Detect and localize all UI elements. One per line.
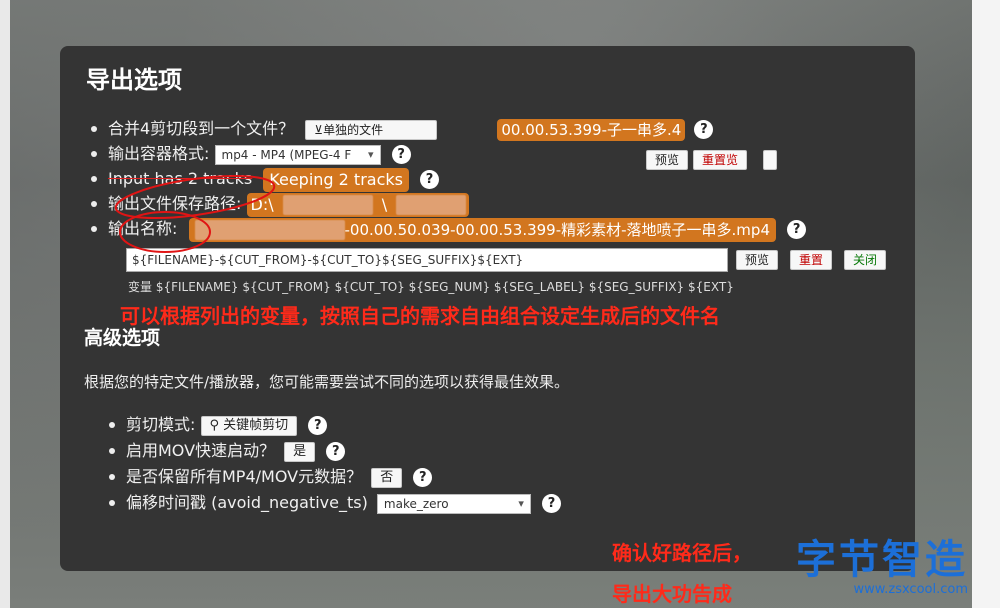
merge-label: 合并4剪切段到一个文件？ (108, 119, 295, 138)
filename-template-input[interactable]: ${FILENAME}-${CUT_FROM}-${CUT_TO}${SEG_S… (126, 248, 728, 272)
output-name-label: 输出名称: (108, 219, 178, 238)
mov-faststart-help-icon[interactable]: ? (326, 442, 346, 461)
merge-option: 合并4剪切段到一个文件？ ⊻单独的文件 00.00.53.399-子一串多.4 … (90, 116, 806, 141)
preserve-metadata-label: 是否保留所有MP4/MOV元数据？ (126, 467, 363, 486)
avoid-negative-ts-help-icon[interactable]: ? (542, 494, 562, 513)
redacted-filename (194, 220, 345, 240)
preserve-metadata-option: 是否保留所有MP4/MOV元数据？ 否 ? (108, 464, 561, 490)
save-path-option: 输出文件保存路径: D:\ \ (90, 191, 806, 217)
save-path-prefix: D:\ (250, 194, 274, 214)
merge-mode-button[interactable]: ⊻单独的文件 (305, 119, 438, 140)
export-done-annotation-caption: 导出大功告成 (612, 582, 732, 606)
advanced-options-list: 剪切模式: ⚲ 关键帧剪切 ? 启用MOV快速启动？ 是 ? 是否保留所有MP4… (108, 412, 562, 516)
save-path-field[interactable]: D:\ \ (246, 192, 469, 217)
cut-mode-label: 剪切模式: (126, 415, 196, 434)
redacted-path-tail (396, 195, 467, 215)
cut-mode-help-icon[interactable]: ? (308, 416, 328, 435)
preserve-metadata-help-icon[interactable]: ? (413, 468, 433, 487)
watermark-logo-text: 字节智造 (796, 537, 968, 583)
container-format-select[interactable]: mp4 - MP4 (MPEG-4 F (214, 144, 381, 165)
cut-mode-option: 剪切模式: ⚲ 关键帧剪切 ? (108, 412, 561, 438)
dialog-title: 导出选项 (86, 66, 182, 94)
save-path-separator: \ (381, 194, 388, 214)
tracks-label: Input has 2 tracks (108, 169, 253, 188)
advanced-options-description: 根据您的特定文件/播放器，您可能需要尝试不同的选项以获得最佳效果。 (84, 373, 570, 391)
variables-annotation-caption: 可以根据列出的变量，按照自己的需求自由组合设定生成后的文件名 (120, 304, 720, 328)
output-name-help-icon[interactable]: ? (787, 220, 807, 239)
container-help-icon[interactable]: ? (391, 145, 411, 164)
avoid-negative-ts-label: 偏移时间戳 (avoid_negative_ts) (126, 493, 368, 512)
watermark-url: www.zsxcool.com (853, 582, 968, 597)
template-reset-button[interactable]: 重置 (790, 250, 833, 270)
container-format-label: 输出容器格式: (108, 144, 210, 163)
cut-mode-button-label: 关键帧剪切 (223, 417, 289, 433)
mov-faststart-option: 启用MOV快速启动？ 是 ? (108, 438, 561, 464)
mov-faststart-button[interactable]: 是 (284, 441, 316, 462)
redacted-path (282, 195, 373, 215)
avoid-negative-ts-option: 偏移时间戳 (avoid_negative_ts) make_zero ? (108, 490, 562, 516)
save-path-label: 输出文件保存路径: (108, 194, 242, 213)
key-icon: ⚲ (209, 417, 224, 433)
reset-preview-button[interactable]: 重置览 (693, 150, 748, 170)
site-watermark: 字节智造 www.zsxcool.com (796, 538, 968, 597)
preview-button[interactable]: 预览 (646, 150, 689, 170)
output-name-option: 输出名称: -00.00.50.039-00.00.53.399-精彩素材-落地… (90, 216, 807, 242)
tracks-help-icon[interactable]: ? (420, 170, 440, 189)
template-variables-list: 变量 ${FILENAME} ${CUT_FROM} ${CUT_TO} ${S… (128, 280, 734, 294)
preserve-metadata-button[interactable]: 否 (371, 467, 403, 488)
extra-button[interactable] (763, 150, 777, 170)
confirm-path-annotation-caption: 确认好路径后， (612, 541, 752, 565)
window-edge (972, 0, 1000, 608)
template-preview-button[interactable]: 预览 (736, 250, 779, 270)
output-name-field[interactable]: -00.00.50.039-00.00.53.399-精彩素材-落地喷子一串多.… (188, 217, 776, 242)
export-options-list: 合并4剪切段到一个文件？ ⊻单独的文件 00.00.53.399-子一串多.4 … (90, 116, 807, 242)
template-close-button[interactable]: 关闭 (844, 250, 887, 270)
cut-mode-button[interactable]: ⚲ 关键帧剪切 (200, 415, 298, 436)
tracks-value-badge: Keeping 2 tracks (263, 167, 409, 192)
mov-faststart-label: 启用MOV快速启动？ (126, 441, 276, 460)
avoid-negative-ts-select[interactable]: make_zero (376, 493, 531, 514)
merge-help-icon[interactable]: ? (694, 120, 714, 139)
merged-filename-preview: 00.00.53.399-子一串多.4 (497, 118, 686, 141)
output-name-value: -00.00.50.039-00.00.53.399-精彩素材-落地喷子一串多.… (344, 220, 771, 239)
